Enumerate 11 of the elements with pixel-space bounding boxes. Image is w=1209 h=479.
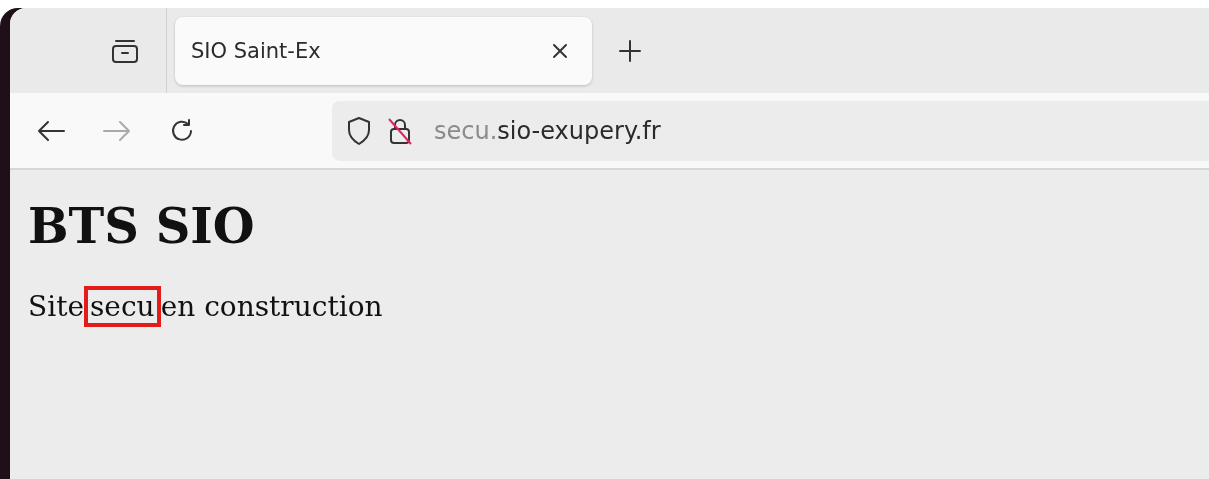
shield-icon: [346, 115, 372, 146]
back-arrow-icon: [36, 118, 66, 143]
url-text: secu.sio-exupery.fr: [434, 116, 661, 145]
address-bar[interactable]: secu.sio-exupery.fr: [332, 100, 1209, 161]
forward-arrow-icon: [102, 118, 132, 143]
tab-title: SIO Saint-Ex: [191, 38, 321, 63]
page-heading: BTS SIO: [28, 198, 256, 254]
close-icon: [552, 42, 568, 59]
browser-tab[interactable]: SIO Saint-Ex: [175, 16, 592, 85]
plus-icon: [618, 38, 642, 63]
archive-box-icon: [110, 37, 140, 64]
